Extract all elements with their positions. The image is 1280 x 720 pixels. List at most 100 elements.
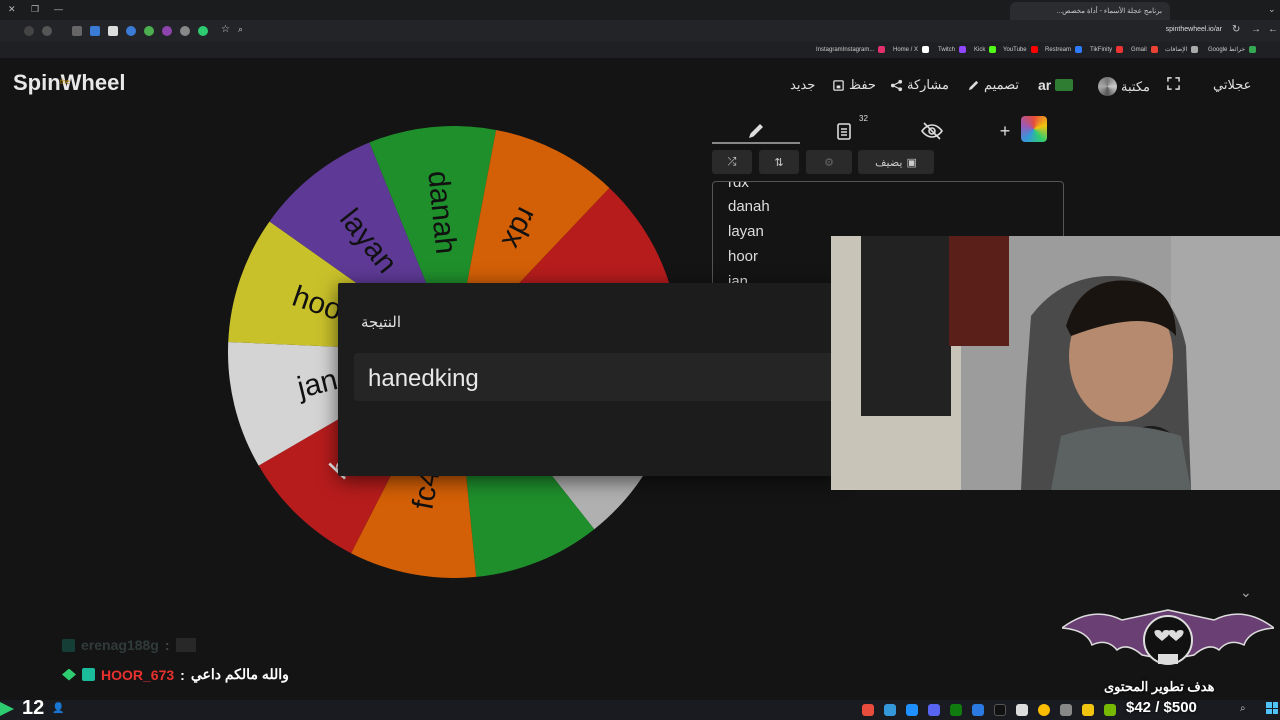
pencil-icon [968, 80, 979, 90]
entry-line: danah [728, 198, 770, 215]
bookmark-gmail[interactable]: Gmail [1131, 46, 1158, 53]
bookmark-restream[interactable]: Restream [1045, 46, 1083, 53]
bookmark-label: InstagramInstagram... [816, 46, 875, 53]
browser-tab[interactable]: برنامج عجلة الأسماء - أداة مخصص... [1010, 2, 1170, 20]
emote-icon [175, 638, 196, 652]
kick-icon [0, 702, 14, 716]
folder-icon[interactable] [1082, 704, 1094, 716]
bookmark-twitch[interactable]: Twitch [938, 46, 967, 53]
search-icon[interactable]: ⌕ [1240, 703, 1246, 714]
extension-icon[interactable] [162, 26, 172, 36]
sort-icon: ⇅ [774, 156, 784, 169]
goal-label: هدف تطوير المحتوى [1104, 679, 1215, 694]
extension-icon[interactable] [90, 26, 100, 36]
bookmark-label: Gmail [1131, 46, 1147, 53]
bookmark-star-icon[interactable]: ☆ [221, 24, 230, 35]
bookmark-youtube[interactable]: YouTube [1003, 46, 1038, 53]
bookmark-google-maps[interactable]: Google خرائط [1208, 46, 1257, 53]
bookmark-label: Restream [1045, 46, 1072, 53]
shuffle-icon: ⤮ [727, 155, 737, 168]
tiktok-icon[interactable] [994, 704, 1006, 716]
minimize-window-icon[interactable]: — [54, 4, 63, 14]
add-image-button[interactable]: يضيف ▣ [858, 150, 934, 174]
taskbar-app-icon[interactable] [884, 704, 896, 716]
winner-name: hanedking [368, 365, 479, 392]
taskbar-app-icon[interactable] [862, 704, 874, 716]
bookmark-instagram[interactable]: InstagramInstagram... [816, 46, 886, 53]
extension-icon[interactable] [126, 26, 136, 36]
tab-search-icon[interactable]: ⌄ [1268, 4, 1276, 15]
sub-badge-icon [62, 638, 75, 652]
bookmark-kick[interactable]: Kick [974, 46, 997, 53]
bookmark-label: TikFinity [1090, 46, 1113, 53]
extension-icon[interactable] [180, 26, 190, 36]
extension-icon[interactable] [144, 26, 154, 36]
logo-the: the [60, 79, 70, 86]
zoom-icon[interactable]: ⌕ [238, 24, 243, 35]
nvidia-icon[interactable] [1104, 704, 1116, 716]
chevron-down-icon[interactable]: ⌄ [1240, 584, 1252, 601]
reload-icon[interactable]: ↻ [1232, 24, 1240, 35]
forward-icon[interactable]: → [1251, 24, 1261, 35]
extension-icon[interactable] [24, 26, 34, 36]
nav-save[interactable]: حفظ [832, 77, 876, 93]
pencil-icon [749, 124, 763, 138]
discord-icon[interactable] [928, 704, 940, 716]
taskbar-app-icon[interactable] [906, 704, 918, 716]
extension-icon[interactable] [72, 26, 82, 36]
language-selector[interactable]: ar [1038, 77, 1074, 93]
taskbar-app-icon[interactable] [1060, 704, 1072, 716]
plus-icon: + [999, 120, 1011, 141]
nav-share[interactable]: مشاركة [890, 77, 949, 93]
chat-message: erenag188g : [62, 637, 196, 653]
viewer-count: 12 [22, 697, 45, 719]
nav-label: تصميم [984, 77, 1019, 92]
fullscreen-icon [1167, 77, 1180, 90]
clipboard-icon [837, 123, 851, 140]
taskbar-app-icon[interactable] [1016, 704, 1028, 716]
nav-my-wheels[interactable]: عجلاتي [1213, 77, 1251, 93]
back-icon[interactable]: ← [1268, 24, 1278, 35]
nav-new[interactable]: جديد [790, 77, 815, 93]
tab-hidden[interactable] [910, 115, 954, 147]
tab-title: برنامج عجلة الأسماء - أداة مخصص... [1056, 8, 1162, 15]
chrome-icon[interactable] [1038, 704, 1050, 716]
nav-label: مكتبة [1121, 78, 1150, 94]
winner-field: hanedking [354, 353, 838, 401]
chat-username: erenag188g [81, 637, 159, 653]
save-icon [833, 79, 844, 91]
extension-icon[interactable] [108, 26, 118, 36]
sort-button[interactable]: ⇅ [759, 150, 799, 174]
nav-label: جديد [790, 77, 816, 92]
nav-customize[interactable]: تصميم [967, 77, 1019, 93]
flag-icon [1055, 79, 1074, 91]
close-window-icon[interactable]: ✕ [8, 4, 16, 15]
results-count-badge: 32 [859, 114, 868, 123]
bookmark-label: Twitch [938, 46, 956, 53]
webcam-overlay [831, 236, 1280, 490]
bookmark-tikfinity[interactable]: TikFinity [1090, 46, 1124, 53]
address-bar[interactable]: spinthewheel.io/ar [1166, 26, 1222, 33]
library-icon [1098, 77, 1117, 96]
add-image-label: يضيف [875, 156, 903, 169]
os-taskbar: 12 👤 ⌕ [0, 697, 1280, 720]
windows-start-icon[interactable] [1266, 702, 1278, 714]
streamer-video [831, 236, 1280, 490]
bookmark-extensions[interactable]: الإضافات [1165, 46, 1199, 53]
bookmark-x[interactable]: Home / X [893, 46, 930, 53]
viewers-icon: 👤 [52, 703, 65, 714]
shuffle-button[interactable]: ⤮ [712, 150, 752, 174]
sub-badge-icon [82, 668, 95, 681]
color-wheel-icon[interactable] [1021, 116, 1047, 142]
extension-icon[interactable] [42, 26, 52, 36]
nav-label: مشاركة [907, 77, 949, 92]
restore-window-icon[interactable]: ❐ [31, 4, 39, 15]
extension-icon[interactable] [198, 26, 208, 36]
fullscreen-button[interactable] [1167, 77, 1180, 90]
nav-library[interactable]: مكتبة [1098, 77, 1150, 96]
taskbar-app-icon[interactable] [972, 704, 984, 716]
chat-username: HOOR_673 [101, 666, 175, 683]
advanced-button[interactable]: ⚙ [806, 150, 852, 174]
xbox-icon[interactable] [950, 704, 962, 716]
add-wheel-button[interactable]: + [990, 115, 1020, 147]
